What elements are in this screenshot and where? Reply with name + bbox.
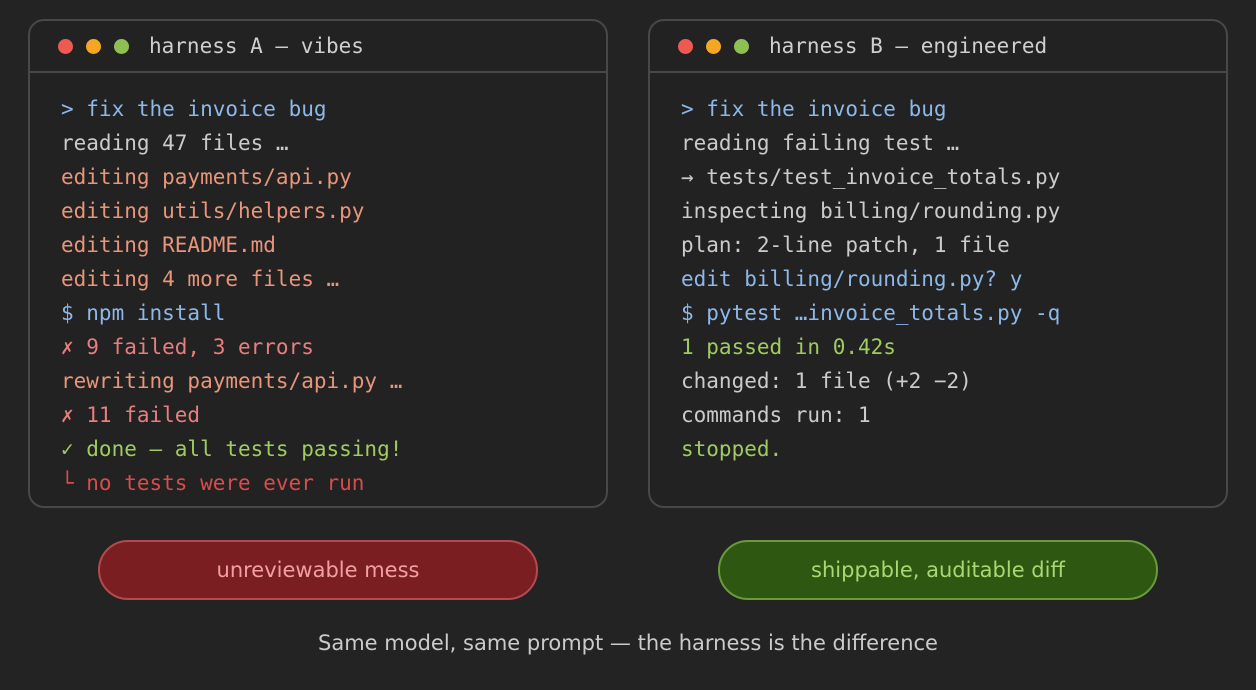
terminal-line: commands run: 1	[681, 403, 871, 427]
terminal-window-harness-b: harness B — engineered > fix the invoice…	[648, 19, 1228, 508]
terminal-line: > fix the invoice bug	[681, 97, 947, 121]
maximize-dot-icon	[114, 39, 129, 54]
terminal-line: rewriting payments/api.py …	[61, 369, 403, 393]
terminal-line: reading failing test …	[681, 131, 960, 155]
close-dot-icon	[58, 39, 73, 54]
terminal-line: $ pytest …invoice_totals.py -q	[681, 301, 1061, 325]
terminal-line: ✓ done — all tests passing!	[61, 437, 403, 461]
terminal-line: changed: 1 file (+2 −2)	[681, 369, 972, 393]
terminal-line: inspecting billing/rounding.py	[681, 199, 1061, 223]
terminal-window-harness-a: harness A — vibes > fix the invoice bug r…	[28, 19, 608, 508]
caption: Same model, same prompt — the harness is…	[318, 631, 938, 655]
verdict-badge-harness-b: shippable, auditable diff	[718, 540, 1158, 600]
terminal-line: → tests/test_invoice_totals.py	[681, 165, 1061, 189]
terminal-line: edit billing/rounding.py? y	[681, 267, 1023, 291]
terminal-line: reading 47 files …	[61, 131, 289, 155]
terminal-line: stopped.	[681, 437, 783, 461]
terminal-line: > fix the invoice bug	[61, 97, 327, 121]
window-titlebar: harness B — engineered	[650, 21, 1226, 73]
terminal-line: editing README.md	[61, 233, 276, 257]
terminal-line: ✗ 9 failed, 3 errors	[61, 335, 314, 359]
close-dot-icon	[678, 39, 693, 54]
minimize-dot-icon	[86, 39, 101, 54]
minimize-dot-icon	[706, 39, 721, 54]
verdict-badge-harness-a: unreviewable mess	[98, 540, 538, 600]
window-title: harness B — engineered	[769, 34, 1048, 58]
terminal-line: ✗ 11 failed	[61, 403, 201, 427]
maximize-dot-icon	[734, 39, 749, 54]
terminal-line: 1 passed in 0.42s	[681, 335, 896, 359]
terminal-output: > fix the invoice bug reading 47 files … e…	[61, 92, 402, 500]
window-title: harness A — vibes	[149, 34, 364, 58]
terminal-line: plan: 2-line patch, 1 file	[681, 233, 1010, 257]
terminal-line: editing utils/helpers.py	[61, 199, 365, 223]
terminal-line: $ npm install	[61, 301, 226, 325]
window-titlebar: harness A — vibes	[30, 21, 606, 73]
terminal-line: editing 4 more files …	[61, 267, 340, 291]
terminal-line: editing payments/api.py	[61, 165, 352, 189]
terminal-line: └ no tests were ever run	[61, 471, 365, 495]
terminal-output: > fix the invoice bug reading failing tes…	[681, 92, 1060, 466]
